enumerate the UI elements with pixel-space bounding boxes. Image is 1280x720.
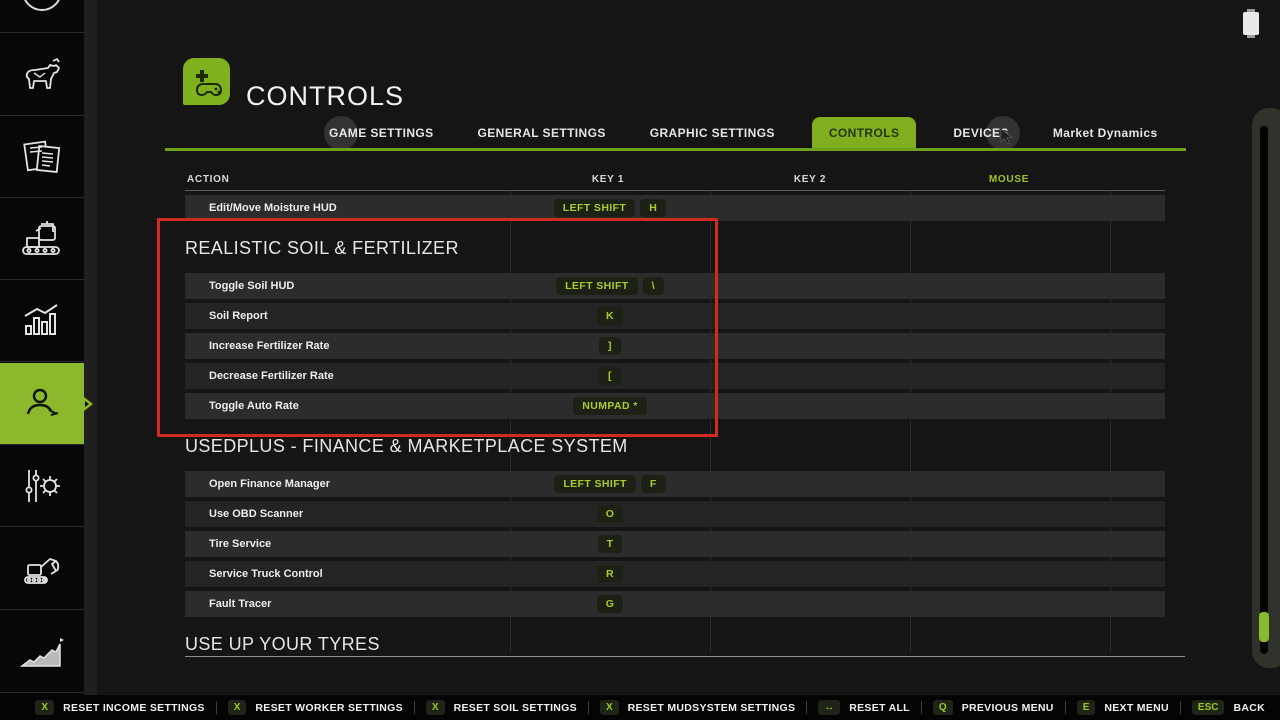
battery-icon	[1243, 12, 1259, 35]
hotbar-label: RESET MUDSYSTEM SETTINGS	[628, 702, 796, 714]
table-header-separator	[185, 190, 1165, 191]
hotbar-label: NEXT MENU	[1104, 702, 1169, 714]
hotbar-key-badge: X	[426, 700, 445, 715]
circle-icon	[19, 0, 65, 33]
hotbar-item-previous-menu[interactable]: Q PREVIOUS MENU	[922, 700, 1065, 715]
tab-market-dynamics[interactable]: Market Dynamics	[1046, 117, 1165, 149]
sidebar-item-animals[interactable]	[0, 34, 84, 116]
controls-settings-screen: CONTROLS GAME SETTINGSGENERAL SETTINGSGR…	[0, 0, 1280, 720]
key1-binding[interactable]: G	[510, 591, 710, 617]
sidebar-item-tuning[interactable]	[0, 446, 84, 527]
key-badge: F	[641, 475, 666, 493]
hotbar-key-badge: X	[35, 700, 54, 715]
hotbar-item-reset-income-settings[interactable]: X RESET INCOME SETTINGS	[24, 700, 215, 715]
player-settings-icon	[19, 382, 65, 426]
controls-page-icon	[183, 58, 230, 105]
contracts-icon	[20, 136, 64, 178]
tab-controls[interactable]: CONTROLS	[812, 117, 917, 149]
hotbar-label: RESET WORKER SETTINGS	[255, 702, 402, 714]
sidebar	[0, 0, 84, 695]
tuning-icon	[19, 464, 65, 508]
key1-binding[interactable]: O	[510, 501, 710, 527]
page-title: CONTROLS	[246, 81, 404, 112]
column-header-key1: KEY 1	[560, 174, 656, 185]
key-badge: H	[640, 199, 666, 217]
key1-binding[interactable]: T	[510, 531, 710, 557]
column-header-key2: KEY 2	[762, 174, 858, 185]
sidebar-item-construction[interactable]	[0, 528, 84, 610]
control-row[interactable]: Fault Tracer G	[185, 591, 1165, 617]
sidebar-backing-strip	[84, 0, 97, 695]
hotbar-label: RESET INCOME SETTINGS	[63, 702, 205, 714]
tab-general-settings[interactable]: GENERAL SETTINGS	[471, 117, 613, 149]
hotbar: X RESET INCOME SETTINGS X RESET WORKER S…	[0, 695, 1280, 720]
key-badge: T	[598, 535, 623, 553]
sidebar-item-finances[interactable]	[0, 611, 84, 693]
scrollbar-track[interactable]	[1260, 126, 1268, 654]
excavator-icon	[19, 547, 65, 591]
control-row[interactable]: Tire Service T	[185, 531, 1165, 557]
column-header-action: ACTION	[187, 174, 230, 185]
key1-binding[interactable]: R	[510, 561, 710, 587]
control-row[interactable]: Use OBD Scanner O	[185, 501, 1165, 527]
hotbar-label: RESET ALL	[849, 702, 910, 714]
hotbar-key-badge: Q	[933, 700, 953, 715]
hotbar-item-back[interactable]: ESC BACK	[1181, 700, 1276, 715]
column-header-mouse: MOUSE	[961, 174, 1057, 185]
scrollbar-thumb[interactable]	[1259, 612, 1269, 642]
hotbar-key-badge: ↔	[818, 700, 840, 715]
control-row[interactable]: Open Finance Manager LEFT SHIFT F	[185, 471, 1165, 497]
key-badge: O	[597, 505, 624, 523]
cow-icon	[20, 55, 64, 95]
key-badge: LEFT SHIFT	[554, 199, 636, 217]
click-ripple	[324, 116, 358, 150]
hotbar-label: PREVIOUS MENU	[962, 702, 1054, 714]
key-badge: G	[597, 595, 624, 613]
hotbar-item-reset-mudsystem-settings[interactable]: X RESET MUDSYSTEM SETTINGS	[589, 700, 806, 715]
active-item-notch	[84, 397, 93, 411]
key-badge: LEFT SHIFT	[554, 475, 636, 493]
hotbar-item-reset-all[interactable]: ↔ RESET ALL	[807, 700, 921, 715]
sidebar-item-player-settings[interactable]	[0, 363, 84, 445]
action-label: Fault Tracer	[209, 591, 271, 617]
control-row[interactable]: Service Truck Control R	[185, 561, 1165, 587]
hotbar-item-reset-soil-settings[interactable]: X RESET SOIL SETTINGS	[415, 700, 588, 715]
statistics-icon	[19, 300, 65, 342]
growth-chart-icon	[18, 632, 66, 672]
mouse-cursor	[1000, 128, 1013, 150]
hotbar-key-badge: X	[600, 700, 619, 715]
hotbar-item-reset-worker-settings[interactable]: X RESET WORKER SETTINGS	[217, 700, 414, 715]
hotbar-key-badge: X	[228, 700, 247, 715]
production-icon	[19, 218, 65, 260]
sidebar-item-top[interactable]	[0, 0, 84, 33]
sidebar-item-contracts[interactable]	[0, 117, 84, 198]
action-label: Service Truck Control	[209, 561, 323, 587]
sidebar-item-statistics[interactable]	[0, 281, 84, 362]
section-title: USE UP YOUR TYRES	[185, 631, 1185, 657]
settings-tab-bar: GAME SETTINGSGENERAL SETTINGSGRAPHIC SET…	[322, 117, 1165, 149]
action-label: Tire Service	[209, 531, 271, 557]
tab-graphic-settings[interactable]: GRAPHIC SETTINGS	[643, 117, 782, 149]
action-label: Open Finance Manager	[209, 471, 330, 497]
hotbar-key-badge: E	[1077, 700, 1096, 715]
hotbar-label: BACK	[1233, 702, 1265, 714]
tab-underline	[165, 148, 1186, 151]
hotbar-item-next-menu[interactable]: E NEXT MENU	[1066, 700, 1180, 715]
key1-binding[interactable]: LEFT SHIFT F	[510, 471, 710, 497]
hotbar-label: RESET SOIL SETTINGS	[454, 702, 577, 714]
action-label: Use OBD Scanner	[209, 501, 303, 527]
hotbar-key-badge: ESC	[1192, 700, 1225, 715]
highlight-rectangle	[157, 218, 718, 437]
sidebar-item-production[interactable]	[0, 199, 84, 280]
key-badge: R	[597, 565, 623, 583]
